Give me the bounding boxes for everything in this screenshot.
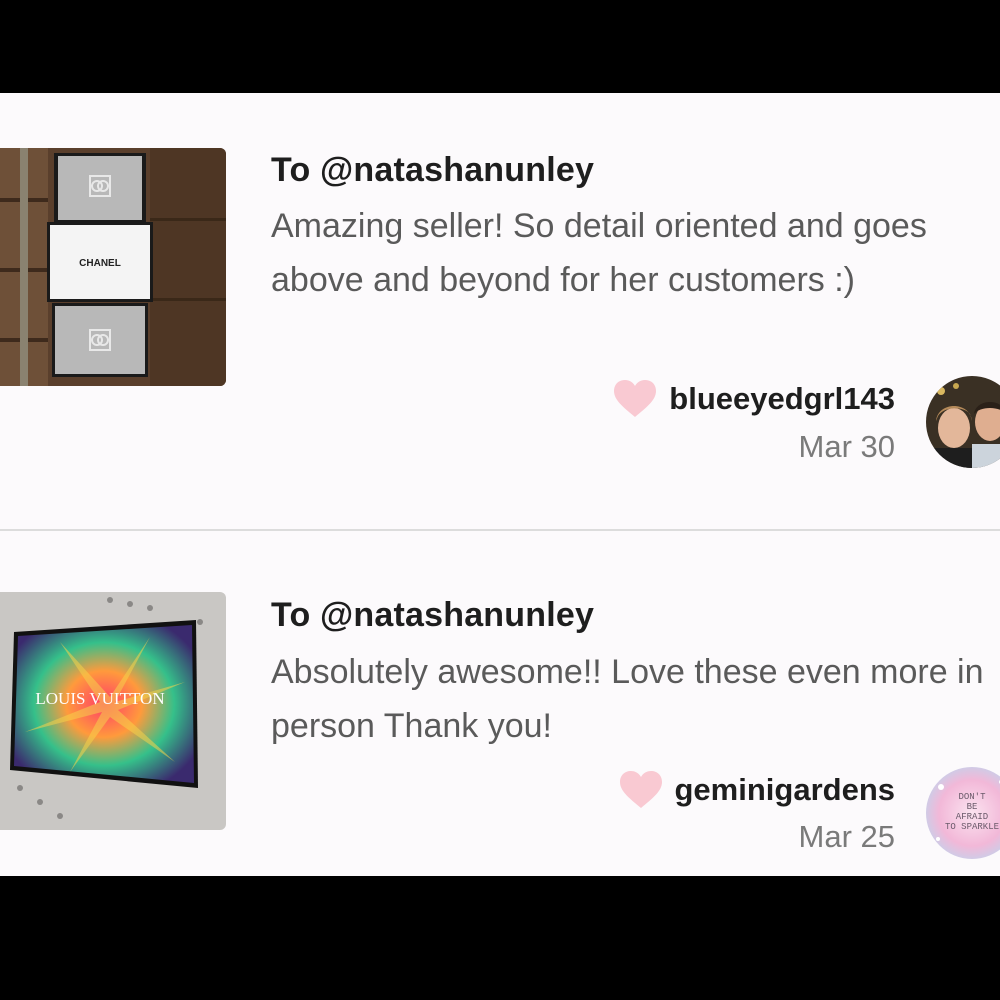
review-author-row: blueeyedgrl143 [613, 379, 895, 419]
review-date: Mar 30 [798, 429, 895, 464]
review-card: CHANEL To @natashanunley Amazing seller!… [0, 93, 1000, 529]
svg-text:TO SPARKLE: TO SPARKLE [945, 822, 999, 832]
review-message: Amazing seller! So detail oriented and g… [271, 207, 927, 299]
svg-text:BE: BE [967, 802, 978, 812]
svg-text:DON'T: DON'T [958, 792, 986, 802]
review-card: LOUIS VUITTON To @natashanunley Absolute… [0, 531, 1000, 876]
review-author-username[interactable]: geminigardens [675, 772, 896, 808]
author-avatar[interactable]: DON'T BE AFRAID TO SPARKLE [926, 767, 1000, 859]
heart-icon[interactable] [613, 379, 657, 419]
svg-text:AFRAID: AFRAID [956, 812, 988, 822]
review-recipient[interactable]: To @natashanunley [271, 151, 594, 190]
review-message: Absolutely awesome!! Love these even mor… [271, 653, 984, 745]
review-date: Mar 25 [798, 819, 895, 854]
thumbnail-chanel-text: CHANEL [79, 258, 121, 269]
review-recipient[interactable]: To @natashanunley [271, 596, 594, 635]
listing-thumbnail-chanel[interactable]: CHANEL [0, 148, 226, 386]
author-avatar[interactable] [926, 376, 1000, 468]
review-author-username[interactable]: blueeyedgrl143 [669, 381, 895, 417]
screen: CHANEL To @natashanunley Amazing seller!… [0, 0, 1000, 1000]
reviews-list: CHANEL To @natashanunley Amazing seller!… [0, 93, 1000, 876]
review-author-row: geminigardens [619, 770, 896, 810]
heart-icon[interactable] [619, 770, 663, 810]
listing-thumbnail-louis-vuitton[interactable]: LOUIS VUITTON [0, 592, 226, 830]
thumbnail-lv-text: LOUIS VUITTON [35, 689, 164, 708]
